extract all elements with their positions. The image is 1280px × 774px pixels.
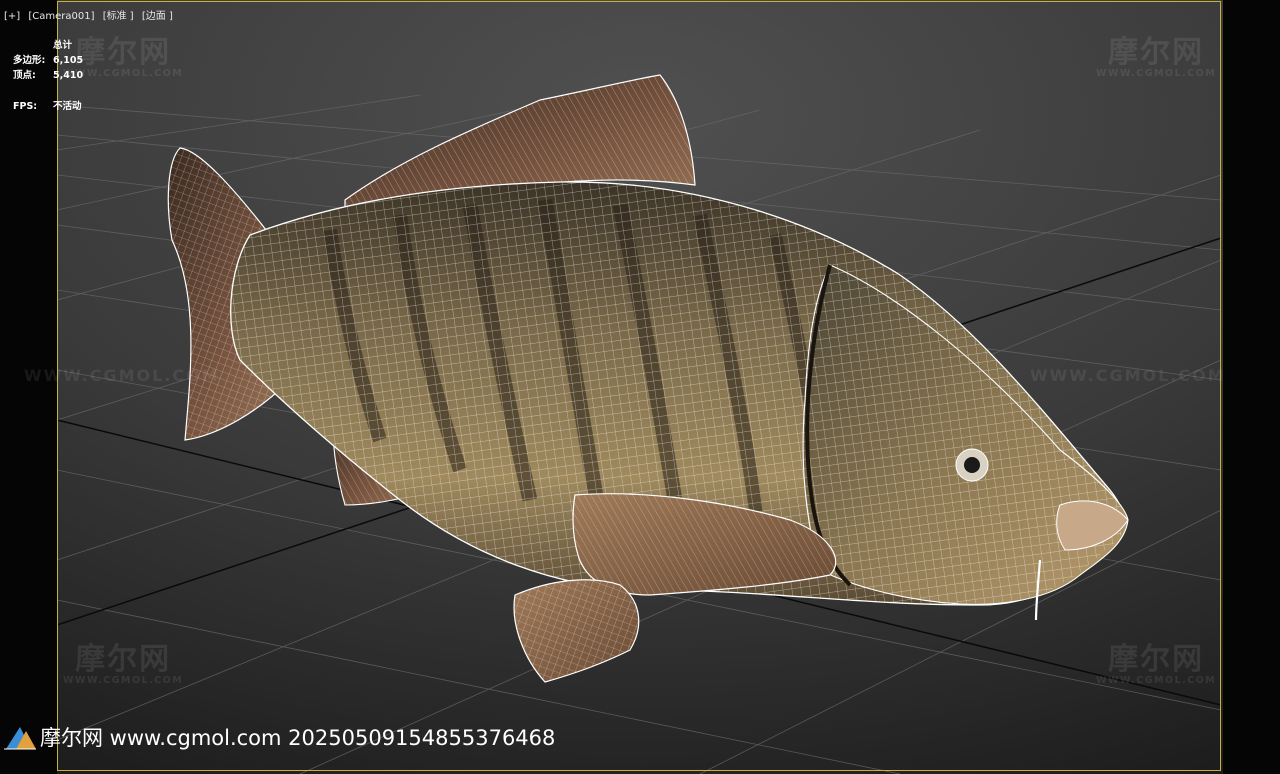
stats-fps-label: FPS: [13,101,38,112]
stats-vertices-label: 顶点: [13,70,36,81]
viewport-label: [+] [Camera001] [标准 ] [边面 ] [4,7,178,22]
left-letterbox [0,0,57,774]
stats-total-label: 总计 [53,40,73,51]
footer-caption-bar: 摩尔网 www.cgmol.com 20250509154855376468 [2,722,555,752]
fish-eye [955,448,989,482]
right-letterbox [1223,0,1280,774]
site-logo-icon [4,727,36,750]
viewport-display-mode-menu[interactable]: [边面 ] [142,11,173,22]
stats-fps-value: 不活动 [53,101,82,112]
footer-caption: 摩尔网 www.cgmol.com 20250509154855376468 [40,726,556,750]
stats-vertices-value: 5,410 [53,70,84,81]
stats-polygons-label: 多边形: [13,55,46,66]
3d-viewport[interactable]: 摩尔网 WWW.CGMOL.COM 摩尔网 WWW.CGMOL.COM 摩尔网 … [0,0,1280,774]
scene-canvas[interactable] [0,0,1280,774]
viewport-shading-standard-menu[interactable]: [标准 ] [103,11,134,22]
viewport-menu-plus[interactable]: [+] [4,11,20,22]
viewport-camera-menu[interactable]: [Camera001] [28,11,94,22]
stats-polygons-value: 6,105 [53,55,84,66]
statistics-overlay: 总计 多边形: 6,105 顶点: 5,410 FPS: 不活动 [13,38,83,114]
